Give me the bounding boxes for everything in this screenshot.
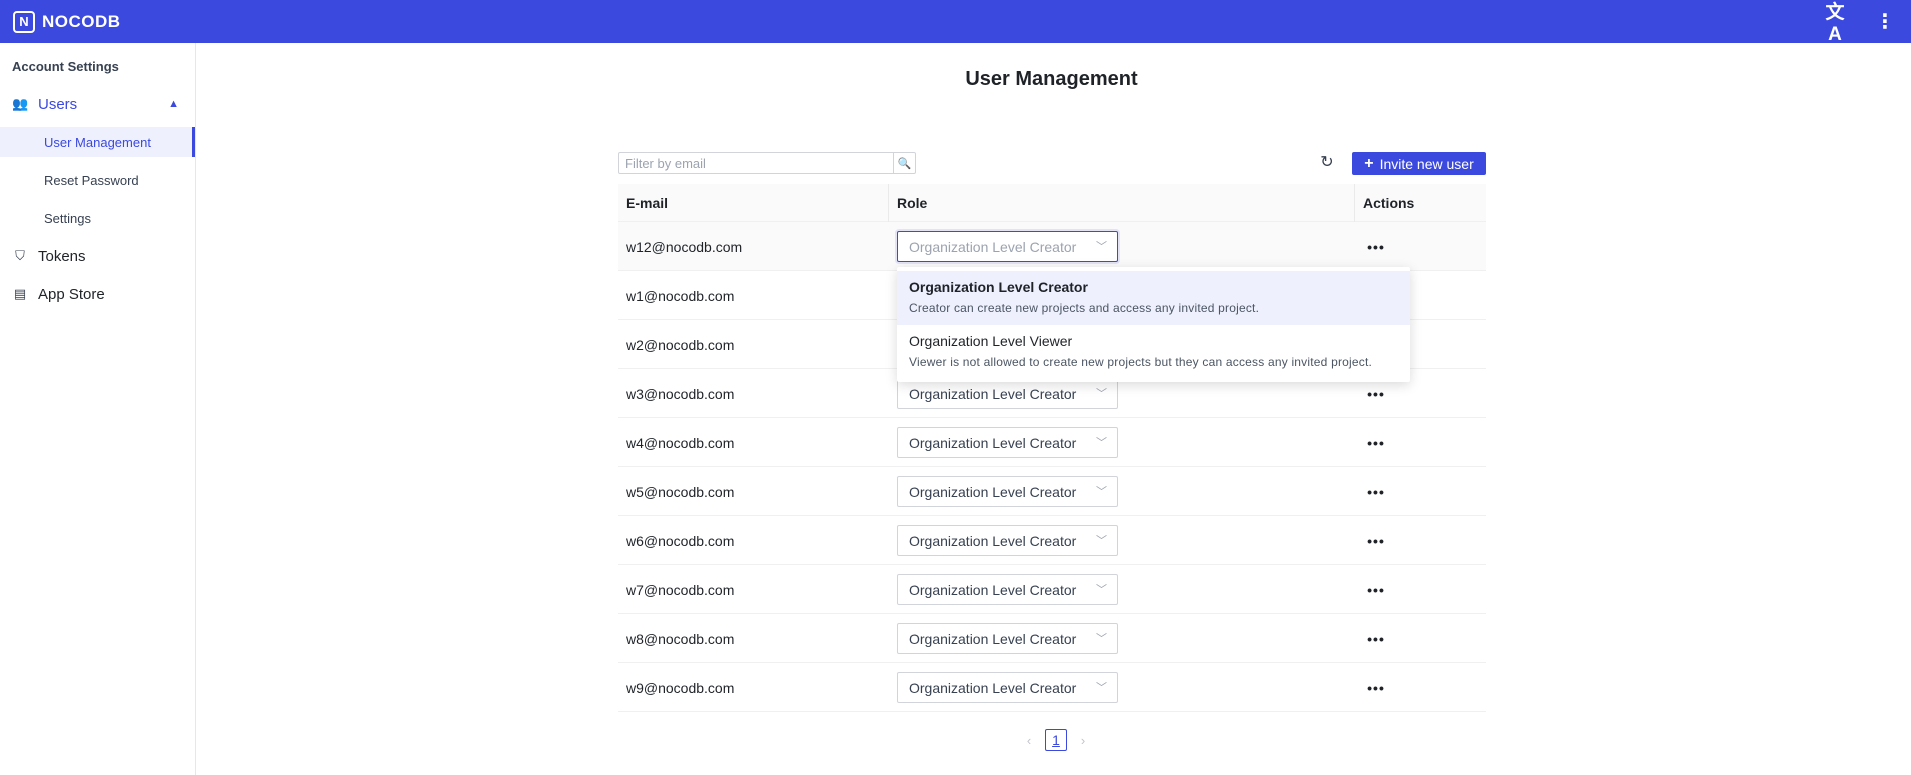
user-email: w12@nocodb.com bbox=[626, 238, 743, 255]
sidebar-item-app-store[interactable]: ▤ App Store bbox=[0, 279, 195, 309]
logo-mark: N bbox=[13, 10, 35, 33]
role-select[interactable]: Organization Level Creator ﹀ bbox=[897, 231, 1118, 262]
sidebar-item-label: App Store bbox=[38, 285, 105, 303]
column-header-role: Role bbox=[888, 184, 1354, 222]
role-select[interactable]: Organization Level Creator ﹀ bbox=[897, 574, 1118, 605]
table-row: w5@nocodb.com Organization Level Creator ﹀… bbox=[618, 467, 1486, 516]
logo-text: NOCODB bbox=[42, 11, 121, 31]
role-option-description: Creator can create new projects and acce… bbox=[909, 301, 1260, 315]
sidebar-group-users[interactable]: 👥 Users ▲ bbox=[0, 89, 195, 119]
translate-icon[interactable]: 文A bbox=[1822, 0, 1848, 46]
search-icon: 🔍 bbox=[897, 157, 912, 170]
chevron-down-icon: ﹀ bbox=[1096, 584, 1107, 596]
table-row: w4@nocodb.com Organization Level Creator ﹀… bbox=[618, 418, 1486, 467]
prev-page-icon[interactable]: ‹ bbox=[1019, 733, 1039, 748]
role-option-viewer[interactable]: Organization Level Viewer Viewer is not … bbox=[897, 325, 1410, 379]
sidebar: Account Settings 👥 Users ▲ User Manageme… bbox=[0, 43, 196, 775]
more-horizontal-icon[interactable]: ••• bbox=[1366, 418, 1386, 467]
chevron-down-icon: ﹀ bbox=[1096, 633, 1107, 645]
chevron-down-icon: ﹀ bbox=[1096, 437, 1107, 449]
next-page-icon[interactable]: › bbox=[1073, 733, 1093, 748]
role-select-value: Organization Level Creator bbox=[909, 581, 1077, 598]
users-table: E-mail Role Actions w12@nocodb.com Organi… bbox=[618, 184, 1486, 712]
more-horizontal-icon[interactable]: ••• bbox=[1366, 467, 1386, 516]
user-email: w7@nocodb.com bbox=[626, 581, 735, 598]
page-title: User Management bbox=[965, 68, 1138, 90]
user-email: w1@nocodb.com bbox=[626, 287, 735, 304]
invite-button-label: Invite new user bbox=[1379, 155, 1474, 172]
sidebar-item-user-management[interactable]: User Management bbox=[0, 127, 195, 157]
role-select[interactable]: Organization Level Creator ﹀ bbox=[897, 378, 1118, 409]
role-option-description: Viewer is not allowed to create new proj… bbox=[909, 355, 1373, 369]
sidebar-item-reset-password[interactable]: Reset Password bbox=[0, 165, 195, 195]
user-email: w2@nocodb.com bbox=[626, 336, 735, 353]
role-select-value: Organization Level Creator bbox=[909, 630, 1077, 647]
chevron-down-icon: ﹀ bbox=[1096, 682, 1107, 694]
column-header-email: E-mail bbox=[626, 195, 669, 211]
sidebar-item-settings[interactable]: Settings bbox=[0, 203, 195, 233]
more-horizontal-icon[interactable]: ••• bbox=[1366, 614, 1386, 663]
role-select[interactable]: Organization Level Creator ﹀ bbox=[897, 672, 1118, 703]
reload-icon[interactable]: ↻ bbox=[1318, 152, 1336, 174]
user-email: w9@nocodb.com bbox=[626, 679, 735, 696]
role-select[interactable]: Organization Level Creator ﹀ bbox=[897, 525, 1118, 556]
more-vertical-icon[interactable]: ⋮ bbox=[1875, 12, 1895, 32]
role-dropdown-menu: Organization Level Creator Creator can c… bbox=[897, 267, 1410, 382]
more-horizontal-icon[interactable]: ••• bbox=[1366, 222, 1386, 271]
chevron-down-icon: ﹀ bbox=[1096, 388, 1107, 400]
chevron-down-icon: ﹀ bbox=[1096, 535, 1107, 547]
more-horizontal-icon[interactable]: ••• bbox=[1366, 565, 1386, 614]
store-icon: ▤ bbox=[13, 286, 27, 301]
invite-new-user-button[interactable]: + Invite new user bbox=[1352, 152, 1486, 175]
shield-icon: ⛉ bbox=[15, 248, 25, 263]
role-select[interactable]: Organization Level Creator ﹀ bbox=[897, 623, 1118, 654]
plus-icon: + bbox=[1364, 154, 1374, 172]
email-filter: 🔍 bbox=[618, 152, 916, 174]
sidebar-group-label: Users bbox=[38, 95, 78, 113]
table-row: w12@nocodb.com Organization Level Creator… bbox=[618, 222, 1486, 271]
top-bar: N NOCODB 文A ⋮ bbox=[0, 0, 1911, 46]
chevron-up-icon: ▲ bbox=[168, 98, 179, 110]
role-select-value: Organization Level Creator bbox=[909, 385, 1077, 402]
user-email: w4@nocodb.com bbox=[626, 434, 735, 451]
users-icon: 👥 bbox=[12, 96, 29, 111]
more-horizontal-icon[interactable]: ••• bbox=[1366, 516, 1386, 565]
sidebar-item-tokens[interactable]: ⛉ Tokens bbox=[0, 241, 195, 271]
sidebar-item-label: User Management bbox=[44, 134, 151, 150]
sidebar-item-label: Reset Password bbox=[44, 172, 139, 188]
user-email: w8@nocodb.com bbox=[626, 630, 735, 647]
role-select[interactable]: Organization Level Creator ﹀ bbox=[897, 476, 1118, 507]
role-option-title: Organization Level Creator bbox=[909, 279, 1088, 295]
user-email: w5@nocodb.com bbox=[626, 483, 735, 500]
user-email: w3@nocodb.com bbox=[626, 385, 735, 402]
page-number[interactable]: 1 bbox=[1045, 729, 1067, 751]
role-option-creator[interactable]: Organization Level Creator Creator can c… bbox=[897, 271, 1410, 325]
search-button[interactable]: 🔍 bbox=[894, 152, 916, 174]
role-select-value: Organization Level Creator bbox=[909, 679, 1077, 696]
sidebar-item-label: Settings bbox=[44, 210, 91, 226]
table-row: w6@nocodb.com Organization Level Creator ﹀… bbox=[618, 516, 1486, 565]
chevron-down-icon: ﹀ bbox=[1096, 241, 1107, 253]
role-select-value: Organization Level Creator bbox=[909, 483, 1077, 500]
role-option-title: Organization Level Viewer bbox=[909, 333, 1073, 349]
table-row: w8@nocodb.com Organization Level Creator ﹀… bbox=[618, 614, 1486, 663]
table-row: w9@nocodb.com Organization Level Creator ﹀… bbox=[618, 663, 1486, 712]
role-select-value: Organization Level Creator bbox=[909, 532, 1077, 549]
role-select-value: Organization Level Creator bbox=[909, 434, 1077, 451]
chevron-down-icon: ﹀ bbox=[1096, 486, 1107, 498]
table-header: E-mail Role Actions bbox=[618, 184, 1486, 222]
role-select[interactable]: Organization Level Creator ﹀ bbox=[897, 427, 1118, 458]
nocodb-logo[interactable]: N NOCODB bbox=[13, 10, 121, 33]
user-email: w6@nocodb.com bbox=[626, 532, 735, 549]
table-row: w7@nocodb.com Organization Level Creator ﹀… bbox=[618, 565, 1486, 614]
role-select-value: Organization Level Creator bbox=[909, 238, 1077, 255]
filter-email-input[interactable] bbox=[618, 152, 894, 174]
pagination: ‹ 1 › bbox=[1019, 729, 1093, 751]
sidebar-item-label: Tokens bbox=[38, 247, 86, 265]
column-header-actions: Actions bbox=[1354, 184, 1486, 222]
more-horizontal-icon[interactable]: ••• bbox=[1366, 663, 1386, 712]
